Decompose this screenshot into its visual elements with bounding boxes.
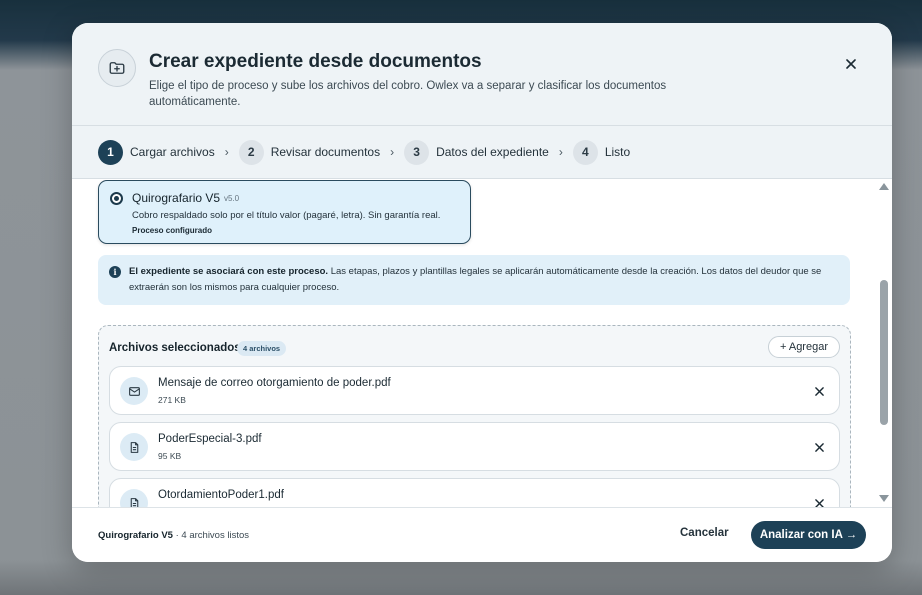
step-label: Cargar archivos xyxy=(130,145,215,159)
remove-file-button[interactable] xyxy=(810,438,828,456)
close-icon xyxy=(814,386,824,396)
chevron-right-icon: › xyxy=(390,145,395,159)
add-file-button[interactable]: + Agregar xyxy=(768,336,840,358)
scroll-thumb[interactable] xyxy=(880,280,888,425)
remove-file-button[interactable] xyxy=(810,382,828,400)
footer-files-ready: · 4 archivos listos xyxy=(172,530,249,541)
step-number: 3 xyxy=(404,139,430,165)
info-icon: i xyxy=(109,266,121,278)
modal-subtitle: Elige el tipo de proceso y sube los arch… xyxy=(149,80,667,108)
footer-summary: Quirografario V5 · 4 archivos listos xyxy=(98,530,249,541)
step-cargar-archivos: 1 Cargar archivos xyxy=(98,139,215,165)
mail-icon xyxy=(120,377,148,405)
info-bold-text: El expediente se asociará con este proce… xyxy=(129,266,329,277)
selected-files-dropzone[interactable]: Archivos seleccionados 4 archivos + Agre… xyxy=(98,325,851,507)
scroll-up-arrow-icon[interactable] xyxy=(879,183,889,190)
file-size: 271 KB xyxy=(158,395,186,405)
radio-selected-icon[interactable] xyxy=(110,192,123,205)
footer-process-name: Quirografario V5 xyxy=(98,530,173,541)
close-icon xyxy=(846,59,856,69)
step-listo: 4 Listo xyxy=(572,139,631,165)
scroll-down-arrow-icon[interactable] xyxy=(879,495,889,502)
remove-file-button[interactable] xyxy=(810,494,828,507)
file-name: Mensaje de correo otorgamiento de poder.… xyxy=(158,377,391,389)
close-button[interactable] xyxy=(840,53,862,75)
modal-content: Quirografario V5 v5.0 Cobro respaldado s… xyxy=(72,180,892,507)
file-name: PoderEspecial-3.pdf xyxy=(158,433,262,445)
chevron-right-icon: › xyxy=(558,145,563,159)
chevron-right-icon: › xyxy=(224,145,229,159)
file-size: 95 KB xyxy=(158,451,182,461)
close-icon xyxy=(814,442,824,452)
step-label: Listo xyxy=(604,145,631,159)
modal-header: Crear expediente desde documentos Elige … xyxy=(72,23,892,126)
cancel-button[interactable]: Cancelar xyxy=(680,527,729,539)
step-label: Revisar documentos xyxy=(270,145,381,159)
process-name: Quirografario V5 xyxy=(132,191,221,205)
create-case-modal: Crear expediente desde documentos Elige … xyxy=(72,23,892,562)
document-icon xyxy=(120,433,148,461)
modal-footer: Quirografario V5 · 4 archivos listos Can… xyxy=(72,507,892,562)
stepper: 1 Cargar archivos › 2 Revisar documentos… xyxy=(72,126,892,179)
step-revisar-documentos: 2 Revisar documentos xyxy=(238,139,381,165)
step-datos-expediente: 3 Datos del expediente xyxy=(404,139,549,165)
file-item: PoderEspecial-3.pdf 95 KB xyxy=(109,422,840,471)
process-version: v5.0 xyxy=(224,194,240,203)
folder-plus-icon xyxy=(98,49,136,87)
step-number: 4 xyxy=(572,139,598,165)
file-name: OtordamientoPoder1.pdf xyxy=(158,489,284,501)
step-number: 1 xyxy=(98,139,123,165)
step-number: 2 xyxy=(238,139,264,165)
modal-title: Crear expediente desde documentos xyxy=(149,51,482,72)
process-description: Cobro respaldado solo por el título valo… xyxy=(132,210,441,221)
process-option-quirografario[interactable]: Quirografario V5 v5.0 Cobro respaldado s… xyxy=(98,180,471,244)
analyze-with-ai-button[interactable]: Analizar con IA → xyxy=(751,521,866,549)
close-icon xyxy=(814,498,824,507)
process-status: Proceso configurado xyxy=(132,226,213,235)
step-label: Datos del expediente xyxy=(436,145,549,159)
files-title: Archivos seleccionados xyxy=(109,342,241,354)
info-text: El expediente se asociará con este proce… xyxy=(129,264,839,296)
info-banner: i El expediente se asociará con este pro… xyxy=(98,255,850,305)
files-count-badge: 4 archivos xyxy=(237,341,287,356)
file-item: Mensaje de correo otorgamiento de poder.… xyxy=(109,366,840,415)
content-scrollbar[interactable] xyxy=(878,180,890,507)
document-icon xyxy=(120,489,148,507)
file-item: OtordamientoPoder1.pdf xyxy=(109,478,840,507)
